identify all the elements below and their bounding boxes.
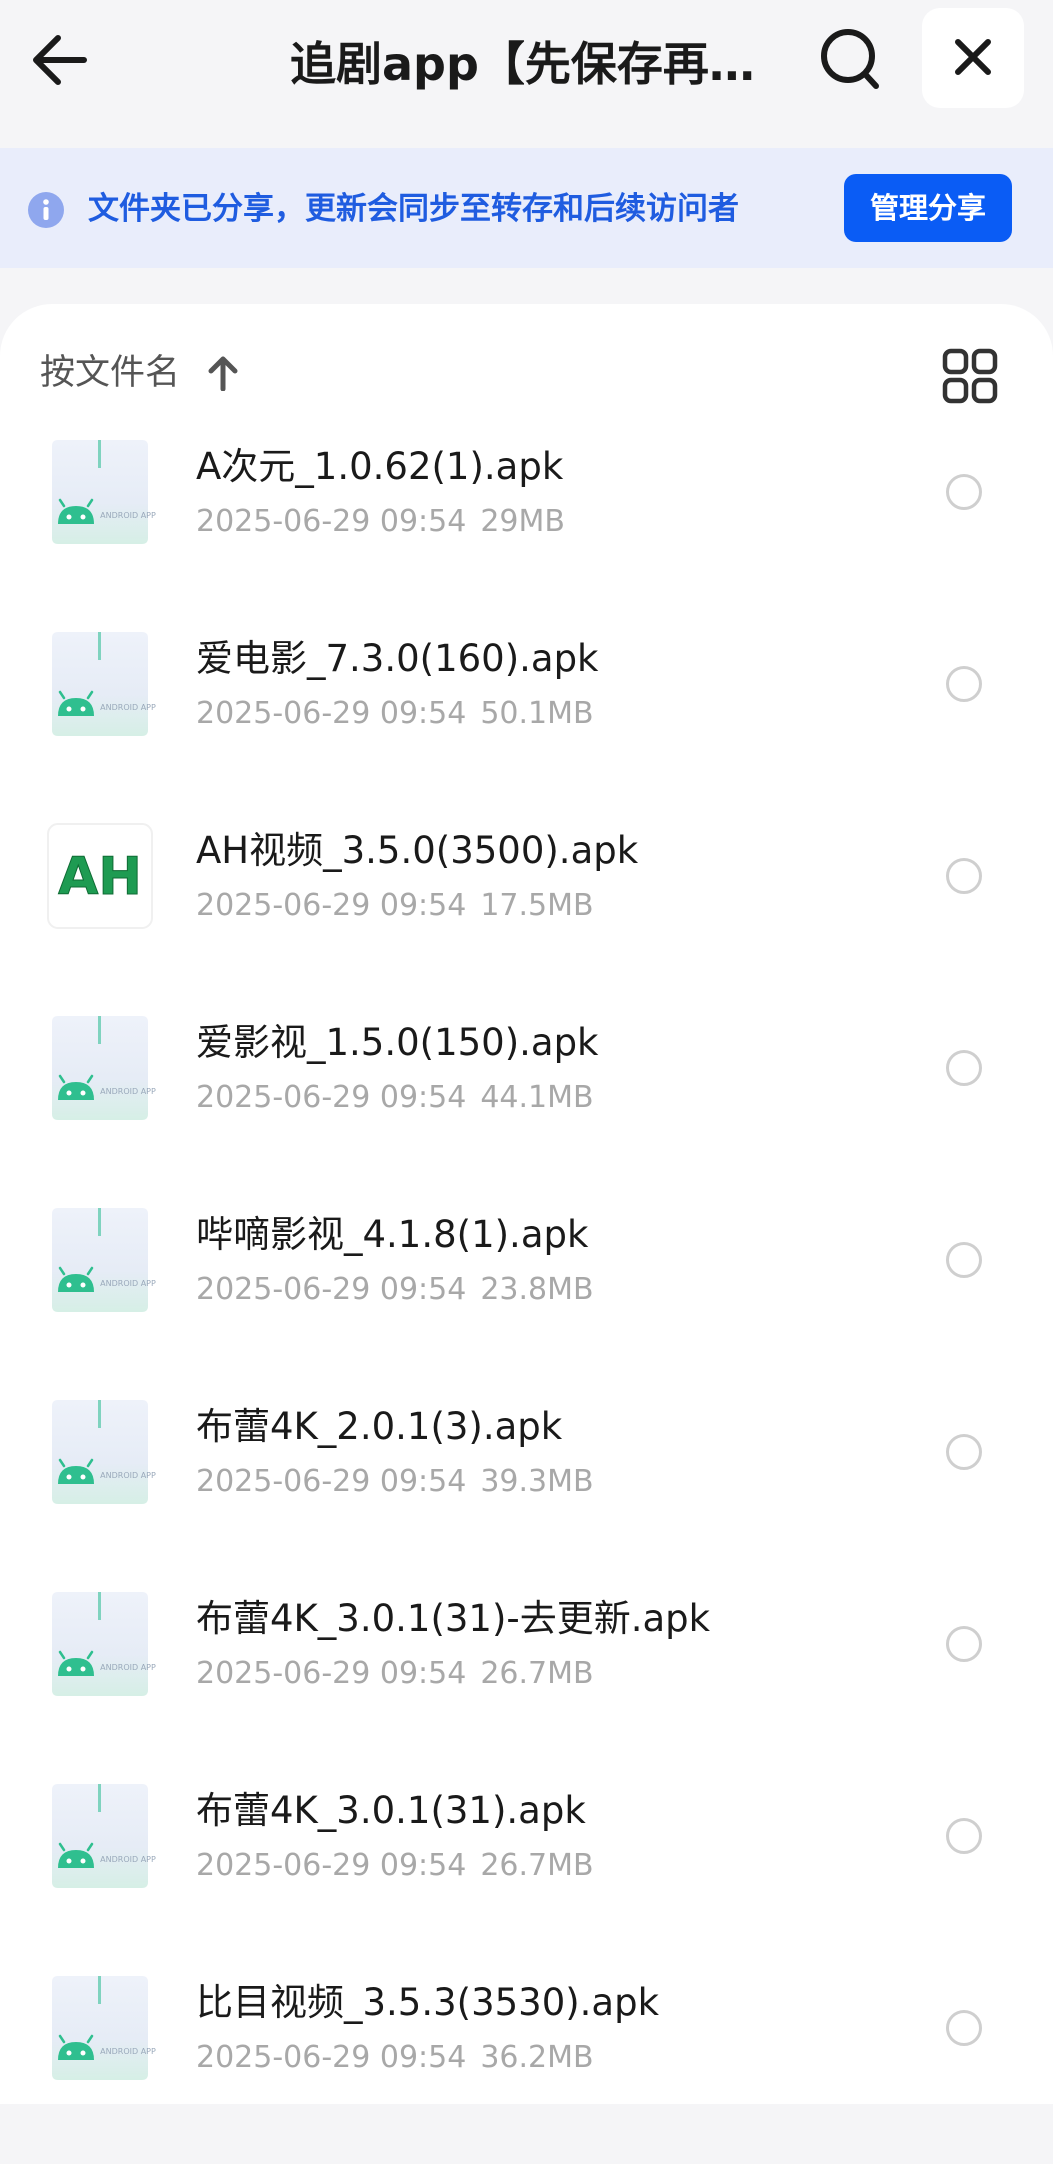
android-app-icon: ANDROID APP bbox=[44, 1588, 156, 1700]
arrow-up-icon bbox=[208, 356, 238, 391]
file-meta: 2025-06-29 09:54 23.8MB bbox=[196, 1268, 594, 1312]
select-radio[interactable] bbox=[946, 1434, 982, 1470]
file-meta: 2025-06-29 09:54 26.7MB bbox=[196, 1844, 594, 1888]
file-date: 2025-06-29 09:54 bbox=[196, 1656, 467, 1691]
search-button[interactable] bbox=[818, 24, 882, 96]
file-size: 17.5MB bbox=[480, 888, 594, 923]
file-date: 2025-06-29 09:54 bbox=[196, 2040, 467, 2075]
file-meta: 2025-06-29 09:54 29MB bbox=[196, 500, 565, 544]
ah-icon-text: AH bbox=[58, 847, 142, 907]
file-list-item[interactable]: ANDROID APP 哔嘀影视_4.1.8(1).apk 2025-06-29… bbox=[0, 1204, 1053, 1396]
select-radio[interactable] bbox=[946, 666, 982, 702]
file-date: 2025-06-29 09:54 bbox=[196, 696, 467, 731]
file-name: A次元_1.0.62(1).apk bbox=[196, 445, 564, 488]
share-notice-text: 文件夹已分享，更新会同步至转存和后续访问者 bbox=[88, 191, 739, 227]
select-radio[interactable] bbox=[946, 2010, 982, 2046]
file-date: 2025-06-29 09:54 bbox=[196, 1848, 467, 1883]
sort-control[interactable]: 按文件名 bbox=[40, 348, 239, 398]
file-list-item[interactable]: AH AH视频_3.5.0(3500).apk 2025-06-29 09:54… bbox=[0, 820, 1053, 1012]
file-meta: 2025-06-29 09:54 39.3MB bbox=[196, 1460, 594, 1504]
android-app-icon: ANDROID APP bbox=[44, 1204, 156, 1316]
android-app-icon: ANDROID APP bbox=[44, 628, 156, 740]
android-app-icon: ANDROID APP bbox=[44, 1780, 156, 1892]
android-app-icon: ANDROID APP bbox=[44, 1972, 156, 2084]
file-name: 布蕾4K_3.0.1(31)-去更新.apk bbox=[196, 1597, 711, 1640]
android-icon-caption: ANDROID APP bbox=[100, 1471, 156, 1480]
select-radio[interactable] bbox=[946, 1818, 982, 1854]
file-list-item[interactable]: ANDROID APP 布蕾4K_3.0.1(31).apk 2025-06-2… bbox=[0, 1780, 1053, 1972]
file-size: 26.7MB bbox=[480, 1656, 594, 1691]
file-size: 50.1MB bbox=[480, 696, 594, 731]
file-meta: 2025-06-29 09:54 26.7MB bbox=[196, 1652, 594, 1696]
file-list-item[interactable]: ANDROID APP A次元_1.0.62(1).apk 2025-06-29… bbox=[0, 436, 1053, 628]
file-name: 比目视频_3.5.3(3530).apk bbox=[196, 1981, 660, 2024]
file-size: 23.8MB bbox=[480, 1272, 594, 1307]
file-size: 39.3MB bbox=[480, 1464, 594, 1499]
android-icon-caption: ANDROID APP bbox=[100, 511, 156, 520]
android-icon-caption: ANDROID APP bbox=[100, 1855, 156, 1864]
file-date: 2025-06-29 09:54 bbox=[196, 1080, 467, 1115]
file-name: AH视频_3.5.0(3500).apk bbox=[196, 829, 639, 872]
file-date: 2025-06-29 09:54 bbox=[196, 1464, 467, 1499]
file-date: 2025-06-29 09:54 bbox=[196, 1272, 467, 1307]
info-icon bbox=[28, 192, 64, 228]
grid-view-button[interactable] bbox=[942, 348, 998, 404]
file-name: 爱电影_7.3.0(160).apk bbox=[196, 637, 599, 680]
android-icon-caption: ANDROID APP bbox=[100, 703, 156, 712]
file-list-item[interactable]: ANDROID APP 爱影视_1.5.0(150).apk 2025-06-2… bbox=[0, 1012, 1053, 1204]
ah-app-icon: AH bbox=[44, 820, 156, 932]
android-app-icon: ANDROID APP bbox=[44, 1396, 156, 1508]
file-date: 2025-06-29 09:54 bbox=[196, 888, 467, 923]
back-button[interactable] bbox=[28, 28, 92, 92]
file-meta: 2025-06-29 09:54 36.2MB bbox=[196, 2036, 594, 2080]
android-app-icon: ANDROID APP bbox=[44, 436, 156, 548]
select-radio[interactable] bbox=[946, 1626, 982, 1662]
file-name: 哔嘀影视_4.1.8(1).apk bbox=[196, 1213, 589, 1256]
manage-share-button[interactable]: 管理分享 bbox=[844, 174, 1012, 242]
sort-label: 按文件名 bbox=[40, 353, 181, 393]
file-list-item[interactable]: ANDROID APP 爱电影_7.3.0(160).apk 2025-06-2… bbox=[0, 628, 1053, 820]
file-meta: 2025-06-29 09:54 50.1MB bbox=[196, 692, 594, 736]
file-size: 36.2MB bbox=[480, 2040, 594, 2075]
file-list: ANDROID APP A次元_1.0.62(1).apk 2025-06-29… bbox=[0, 436, 1053, 2164]
file-list-item[interactable]: ANDROID APP 布蕾4K_3.0.1(31)-去更新.apk 2025-… bbox=[0, 1588, 1053, 1780]
android-icon-caption: ANDROID APP bbox=[100, 2047, 156, 2056]
android-icon-caption: ANDROID APP bbox=[100, 1087, 156, 1096]
file-size: 29MB bbox=[480, 504, 565, 539]
share-notice-banner: 文件夹已分享，更新会同步至转存和后续访问者 管理分享 bbox=[0, 148, 1053, 268]
close-button[interactable] bbox=[922, 8, 1024, 108]
file-list-item[interactable]: ANDROID APP 比目视频_3.5.3(3530).apk 2025-06… bbox=[0, 1972, 1053, 2164]
file-list-panel: 按文件名 ANDROID APP A次元_1.0.62(1).apk 2025-… bbox=[0, 304, 1053, 2104]
android-icon-caption: ANDROID APP bbox=[100, 1663, 156, 1672]
search-icon bbox=[821, 29, 879, 89]
android-icon-caption: ANDROID APP bbox=[100, 1279, 156, 1288]
file-date: 2025-06-29 09:54 bbox=[196, 504, 467, 539]
select-radio[interactable] bbox=[946, 1050, 982, 1086]
android-app-icon: ANDROID APP bbox=[44, 1012, 156, 1124]
close-icon bbox=[955, 39, 991, 75]
file-name: 爱影视_1.5.0(150).apk bbox=[196, 1021, 599, 1064]
top-bar: 追剧app【先保存再… bbox=[0, 0, 1053, 148]
file-name: 布蕾4K_3.0.1(31).apk bbox=[196, 1789, 586, 1832]
page-title: 追剧app【先保存再… bbox=[290, 37, 755, 91]
select-radio[interactable] bbox=[946, 1242, 982, 1278]
file-size: 44.1MB bbox=[480, 1080, 594, 1115]
arrow-left-icon bbox=[33, 35, 87, 85]
file-size: 26.7MB bbox=[480, 1848, 594, 1883]
select-radio[interactable] bbox=[946, 474, 982, 510]
file-meta: 2025-06-29 09:54 17.5MB bbox=[196, 884, 594, 928]
grid-view-icon bbox=[942, 348, 998, 404]
file-meta: 2025-06-29 09:54 44.1MB bbox=[196, 1076, 594, 1120]
select-radio[interactable] bbox=[946, 858, 982, 894]
file-list-item[interactable]: ANDROID APP 布蕾4K_2.0.1(3).apk 2025-06-29… bbox=[0, 1396, 1053, 1588]
file-name: 布蕾4K_2.0.1(3).apk bbox=[196, 1405, 563, 1448]
